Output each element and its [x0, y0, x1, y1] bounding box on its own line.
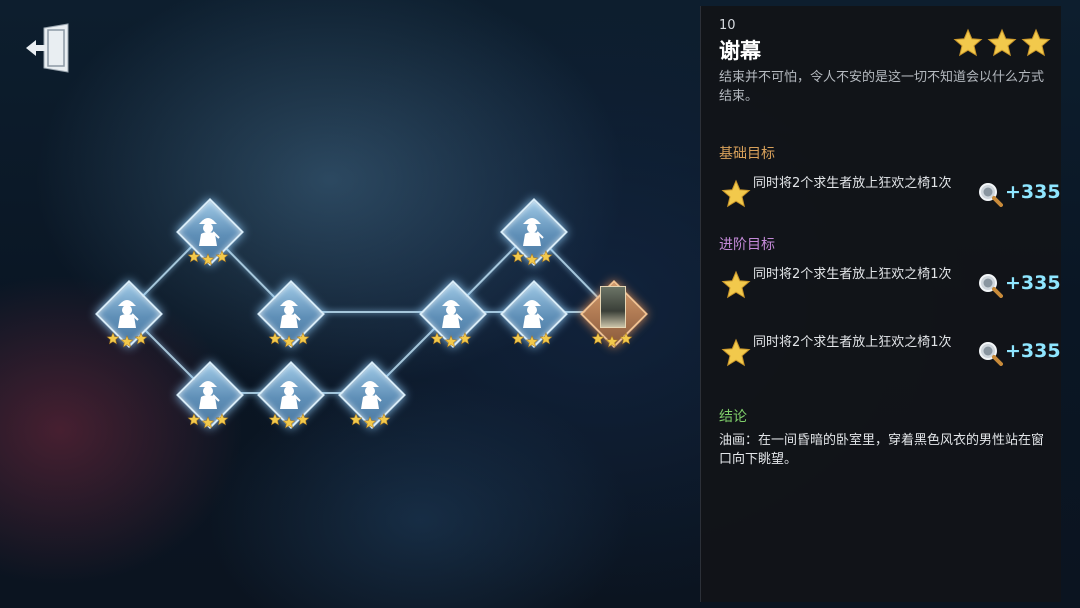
star-icon — [377, 413, 391, 426]
star-icon — [296, 332, 310, 345]
star-icon — [215, 250, 229, 263]
star-icon — [721, 338, 751, 367]
star-icon — [282, 416, 296, 429]
stage-node[interactable] — [419, 280, 487, 348]
star-icon — [591, 332, 605, 345]
hunter-portrait — [600, 286, 626, 328]
node-stars — [106, 332, 148, 348]
reward-amount: +335 — [1005, 272, 1061, 294]
advanced-objectives-label: 进阶目标 — [719, 237, 775, 253]
stage-node[interactable] — [338, 361, 406, 429]
star-icon — [511, 332, 525, 345]
stage-node[interactable] — [95, 280, 163, 348]
star-icon — [430, 332, 444, 345]
node-stars — [511, 332, 553, 348]
detective-icon — [280, 381, 301, 409]
star-icon — [525, 335, 539, 348]
star-icon — [458, 332, 472, 345]
objective-text: 同时将2个求生者放上狂欢之椅1次 — [753, 335, 952, 350]
stage-rating — [953, 28, 1051, 58]
objective-row: 同时将2个求生者放上狂欢之椅1次 +335 — [719, 332, 1061, 376]
conclusion-text: 油画：在一间昏暗的卧室里，穿着黑色风衣的男性站在窗口向下眺望。 — [719, 433, 1045, 467]
star-icon — [605, 335, 619, 348]
node-stars — [268, 332, 310, 348]
star-icon — [363, 416, 377, 429]
magnifier-icon[interactable] — [977, 340, 1003, 366]
star-icon — [268, 413, 282, 426]
star-icon — [187, 413, 201, 426]
conclusion-label: 结论 — [719, 409, 747, 425]
star-icon — [201, 253, 215, 266]
detective-icon — [280, 300, 301, 328]
star-icon — [268, 332, 282, 345]
stage-node[interactable] — [500, 280, 568, 348]
detective-icon — [442, 300, 463, 328]
stage-node[interactable] — [176, 198, 244, 266]
objective-text: 同时将2个求生者放上狂欢之椅1次 — [753, 176, 952, 191]
stage-title: 谢幕 — [719, 39, 761, 63]
objective-row: 同时将2个求生者放上狂欢之椅1次 +335 — [719, 173, 1061, 217]
stage-node[interactable] — [176, 361, 244, 429]
basic-objectives-label: 基础目标 — [719, 146, 775, 162]
node-stars — [187, 413, 229, 429]
detective-icon — [199, 218, 220, 246]
star-icon — [106, 332, 120, 345]
star-icon — [120, 335, 134, 348]
star-icon — [539, 250, 553, 263]
detective-icon — [523, 300, 544, 328]
node-stars — [511, 250, 553, 266]
star-icon — [721, 270, 751, 299]
node-stars — [430, 332, 472, 348]
star-icon — [721, 179, 751, 208]
star-icon — [215, 413, 229, 426]
star-icon — [444, 335, 458, 348]
detective-icon — [199, 381, 220, 409]
objective-row: 同时将2个求生者放上狂欢之椅1次 +335 — [719, 264, 1061, 308]
star-icon — [511, 250, 525, 263]
detective-icon — [523, 218, 544, 246]
reward-amount: +335 — [1005, 340, 1061, 362]
star-icon — [953, 28, 983, 57]
star-icon — [201, 416, 215, 429]
magnifier-icon[interactable] — [977, 272, 1003, 298]
detective-icon — [361, 381, 382, 409]
node-stars — [349, 413, 391, 429]
reward-amount: +335 — [1005, 181, 1061, 203]
star-icon — [134, 332, 148, 345]
star-icon — [987, 28, 1017, 57]
star-icon — [525, 253, 539, 266]
star-icon — [282, 335, 296, 348]
star-icon — [1021, 28, 1051, 57]
star-icon — [539, 332, 553, 345]
star-icon — [619, 332, 633, 345]
node-stars — [591, 332, 633, 348]
stage-node-current[interactable] — [580, 280, 648, 348]
exit-door-icon — [26, 23, 69, 73]
node-stars — [268, 413, 310, 429]
node-stars — [187, 250, 229, 266]
stage-detail-panel: 10 谢幕 结束并不可怕，令人不安的是这一切不知道会以什么方式结束。 基础目标 … — [700, 6, 1061, 602]
stage-description: 结束并不可怕，令人不安的是这一切不知道会以什么方式结束。 — [719, 70, 1045, 104]
star-icon — [349, 413, 363, 426]
exit-button[interactable] — [22, 20, 78, 76]
stage-node[interactable] — [500, 198, 568, 266]
stage-number: 10 — [719, 18, 736, 33]
stage-node[interactable] — [257, 280, 325, 348]
stage-map — [0, 0, 700, 608]
objective-text: 同时将2个求生者放上狂欢之椅1次 — [753, 267, 952, 282]
magnifier-icon[interactable] — [977, 181, 1003, 207]
detective-icon — [118, 300, 139, 328]
stage-node[interactable] — [257, 361, 325, 429]
star-icon — [187, 250, 201, 263]
star-icon — [296, 413, 310, 426]
